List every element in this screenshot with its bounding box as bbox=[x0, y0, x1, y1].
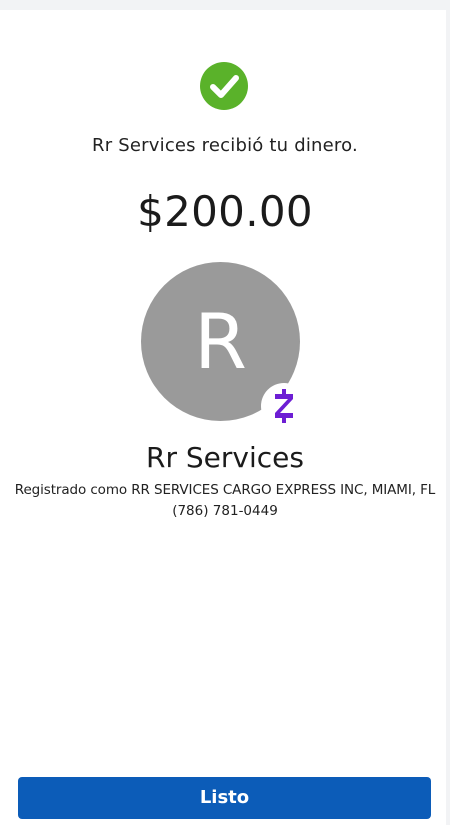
done-button[interactable]: Listo bbox=[18, 777, 431, 819]
recipient-phone: (786) 781-0449 bbox=[172, 503, 278, 519]
payment-amount: $200.00 bbox=[137, 187, 313, 236]
recipient-name: Rr Services bbox=[146, 441, 304, 474]
status-message: Rr Services recibió tu dinero. bbox=[92, 135, 358, 156]
recipient-registration: Registrado como RR SERVICES CARGO EXPRES… bbox=[14, 482, 436, 498]
zelle-icon bbox=[261, 383, 307, 429]
check-circle-icon bbox=[200, 62, 248, 110]
payment-confirmation-screen: Rr Services recibió tu dinero. $200.00 R… bbox=[0, 10, 450, 825]
